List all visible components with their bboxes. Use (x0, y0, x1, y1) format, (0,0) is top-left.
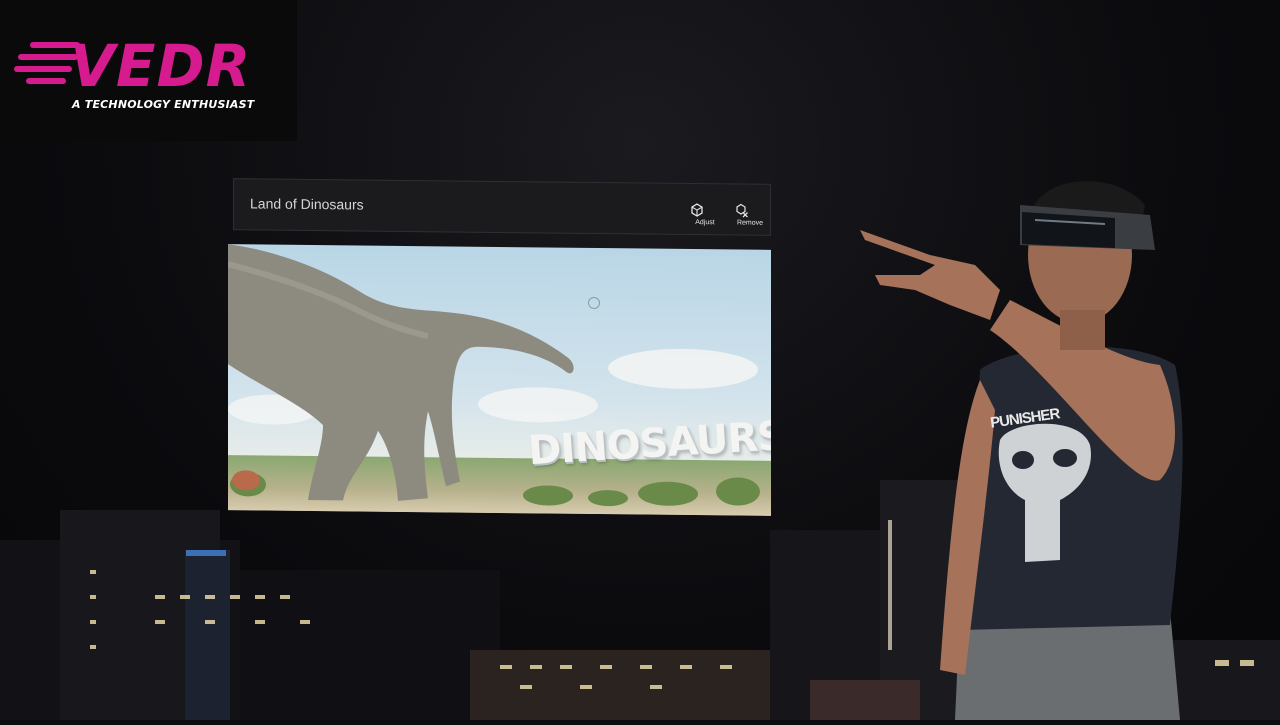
adjust-label: Adjust (695, 219, 715, 227)
logo-brand: VEDR (70, 32, 252, 100)
sauropod-dinosaur-image (228, 244, 760, 507)
person-with-headset: PUNISHER (860, 170, 1200, 720)
person-figure (860, 181, 1183, 720)
logo-tagline: A TECHNOLOGY ENTHUSIAST (72, 98, 255, 111)
adjust-button[interactable]: Adjust (690, 202, 720, 226)
window-titlebar[interactable]: Land of Dinosaurs Adjust Remove (233, 178, 771, 236)
hologram-app-window[interactable]: Land of Dinosaurs Adjust Remove DINOSAUR… (228, 178, 771, 516)
remove-label: Remove (736, 219, 764, 227)
gaze-cursor-icon (588, 296, 600, 310)
channel-logo: VEDR A TECHNOLOGY ENTHUSIAST (0, 0, 297, 141)
window-title: Land of Dinosaurs (250, 195, 364, 213)
remove-icon (736, 203, 748, 218)
adjust-icon (691, 203, 703, 217)
remove-button[interactable]: Remove (735, 202, 765, 227)
dinosaur-scene[interactable]: DINOSAURS (228, 244, 771, 516)
